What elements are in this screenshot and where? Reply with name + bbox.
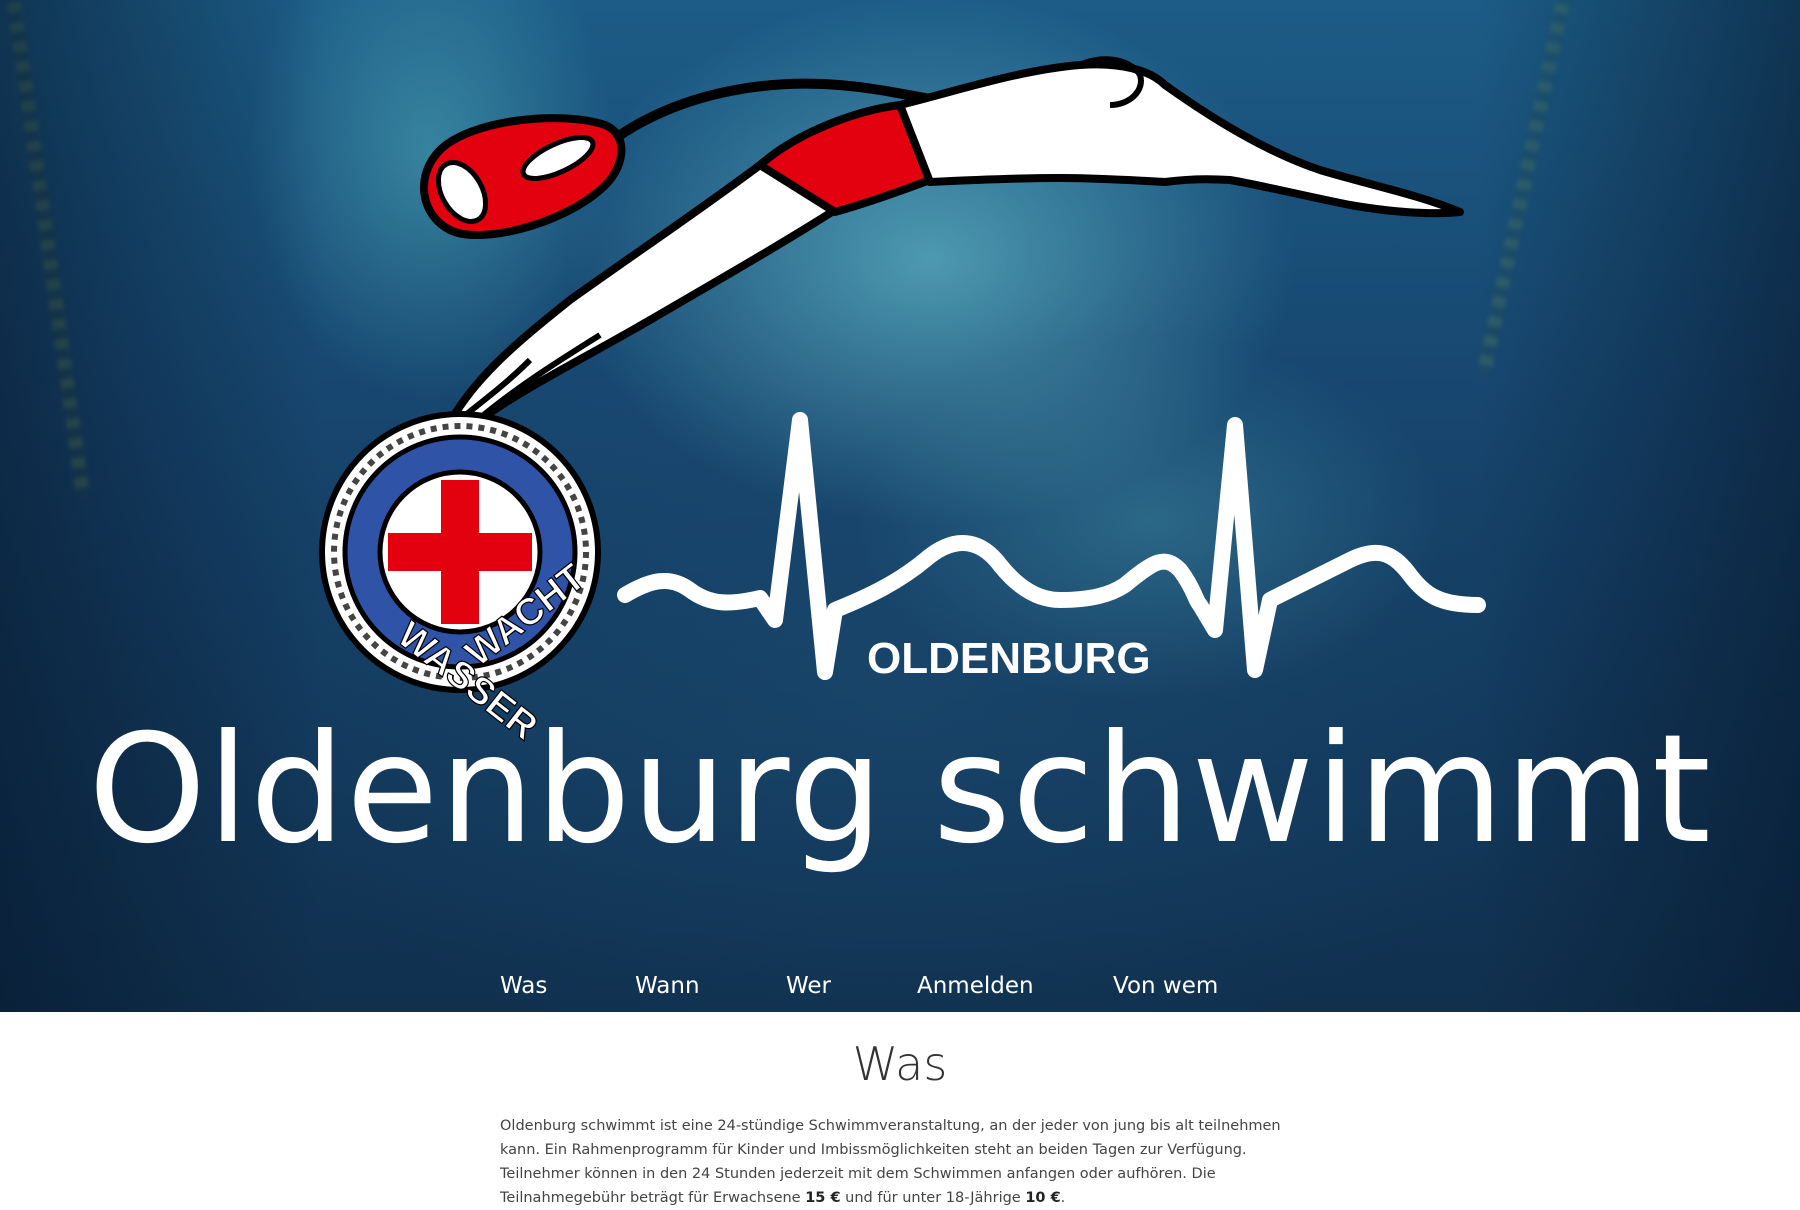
swimmer-icon bbox=[441, 56, 1464, 439]
price-youth: 10 € bbox=[1025, 1190, 1061, 1206]
nav-item-was[interactable]: Was bbox=[500, 968, 547, 1004]
section-text-part-3: . bbox=[1060, 1190, 1066, 1206]
section-was: Was Oldenburg schwimmt ist eine 24-stünd… bbox=[0, 1012, 1800, 1206]
rescue-buoy-icon bbox=[420, 114, 626, 240]
nav-item-von-wem[interactable]: Von wem bbox=[1113, 968, 1218, 1004]
price-adult: 15 € bbox=[805, 1190, 841, 1206]
section-text: Oldenburg schwimmt ist eine 24-stündige … bbox=[500, 1114, 1310, 1210]
logo-city-text: OLDENBURG bbox=[867, 634, 1151, 683]
nav-item-wer[interactable]: Wer bbox=[786, 968, 831, 1004]
section-heading: Was bbox=[852, 1037, 948, 1091]
page-title: Oldenburg schwimmt bbox=[88, 703, 1712, 877]
nav-item-wann[interactable]: Wann bbox=[635, 968, 700, 1004]
hero-banner: WASSER WACHT OLDENBURG Oldenburg schwimm… bbox=[0, 0, 1800, 1012]
wasserwacht-badge: WASSER WACHT bbox=[319, 411, 601, 749]
section-text-part-2: und für unter 18-Jährige bbox=[840, 1190, 1026, 1206]
main-nav: Was Wann Wer Anmelden Von wem bbox=[0, 968, 1800, 1004]
nav-item-anmelden[interactable]: Anmelden bbox=[917, 968, 1034, 1004]
